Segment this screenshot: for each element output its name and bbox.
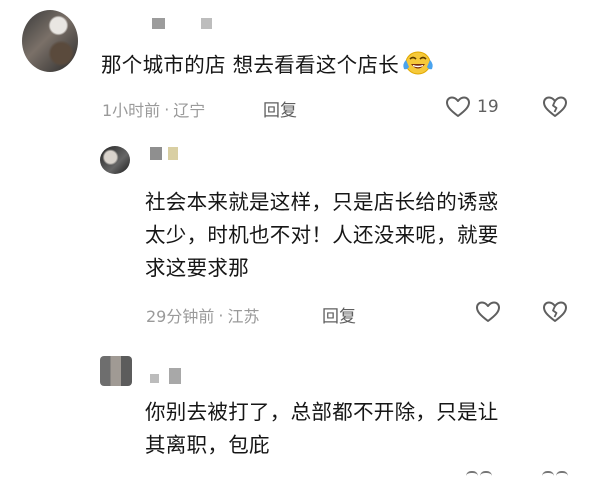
dislike-button[interactable] — [542, 300, 568, 324]
reply-button[interactable]: 回复 — [322, 302, 356, 327]
comment-meta: 1小时前 · 辽宁 — [102, 97, 205, 121]
broken-heart-icon — [542, 300, 568, 324]
username-obscured[interactable] — [152, 18, 212, 29]
avatar[interactable] — [22, 10, 78, 72]
dislike-button[interactable] — [542, 95, 568, 119]
avatar[interactable] — [100, 356, 132, 386]
cropped-action-icons — [466, 471, 576, 478]
comment-meta: 29分钟前 · 江苏 — [146, 303, 259, 327]
like-count: 19 — [477, 97, 499, 117]
like-button[interactable]: 19 — [445, 95, 499, 119]
reply-button[interactable]: 回复 — [263, 96, 297, 121]
separator: · — [218, 305, 224, 325]
location: 江苏 — [227, 307, 260, 326]
broken-heart-icon — [542, 95, 568, 119]
username-obscured[interactable] — [150, 368, 181, 384]
username-obscured[interactable] — [150, 147, 178, 160]
heart-outline-icon — [445, 95, 471, 119]
like-button[interactable] — [475, 300, 501, 324]
laughing-emoji-icon — [401, 48, 435, 86]
avatar[interactable] — [100, 146, 130, 174]
comment-text: 那个城市的店 想去看看这个店长 — [101, 48, 435, 86]
location: 辽宁 — [173, 101, 206, 120]
heart-outline-icon — [475, 300, 501, 324]
timestamp: 29分钟前 — [146, 307, 215, 326]
separator: · — [164, 99, 170, 119]
comment-text: 你别去被打了，总部都不开除，只是让 其离职，包庇 — [145, 400, 499, 457]
timestamp: 1小时前 — [102, 101, 161, 120]
comment-text: 社会本来就是这样，只是店长给的诱惑 太少，时机也不对！人还没来呢，就要 求这要求… — [145, 190, 499, 280]
